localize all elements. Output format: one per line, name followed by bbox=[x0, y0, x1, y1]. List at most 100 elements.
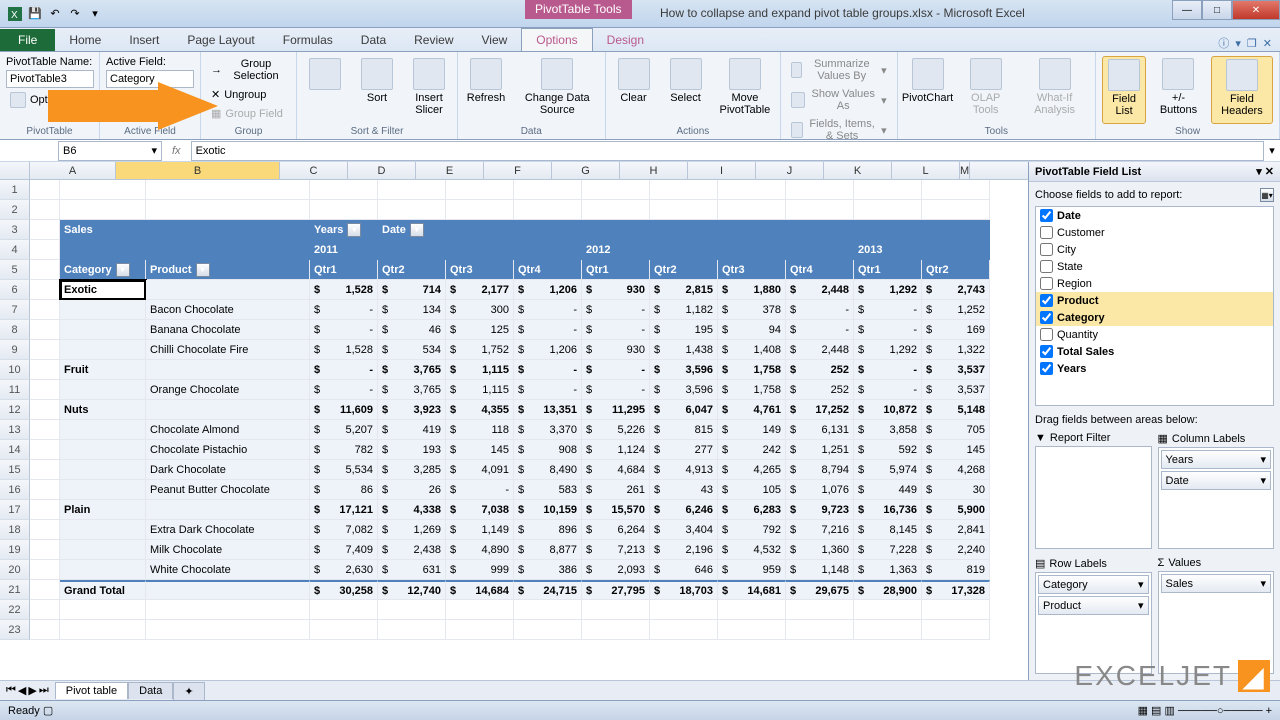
column-header[interactable]: H bbox=[620, 162, 688, 179]
tab-page-layout[interactable]: Page Layout bbox=[173, 29, 268, 51]
row-header[interactable]: 9 bbox=[0, 340, 30, 360]
sheet-tab-data[interactable]: Data bbox=[128, 682, 173, 699]
cell[interactable]: $5,974 bbox=[854, 460, 922, 480]
cell[interactable] bbox=[30, 240, 60, 260]
cell[interactable]: $4,890 bbox=[446, 540, 514, 560]
chevron-down-icon[interactable]: ▾ bbox=[151, 144, 157, 157]
last-sheet-icon[interactable]: ⏭ bbox=[39, 684, 49, 697]
cell[interactable] bbox=[60, 420, 146, 440]
cell[interactable]: $- bbox=[310, 320, 378, 340]
cell[interactable]: $2,448 bbox=[786, 280, 854, 300]
cell[interactable]: $1,322 bbox=[922, 340, 990, 360]
pm-buttons-button[interactable]: +/- Buttons bbox=[1154, 56, 1203, 124]
cell[interactable]: $26 bbox=[378, 480, 446, 500]
cell[interactable]: Banana Chocolate bbox=[146, 320, 310, 340]
cell[interactable]: $3,537 bbox=[922, 360, 990, 380]
row-header[interactable]: 5 bbox=[0, 260, 30, 280]
cell[interactable] bbox=[650, 180, 718, 200]
cell[interactable]: $1,292 bbox=[854, 340, 922, 360]
cell[interactable]: $1,528 bbox=[310, 280, 378, 300]
cell[interactable]: $646 bbox=[650, 560, 718, 580]
cell[interactable]: Years▾ bbox=[310, 220, 378, 240]
minimize-button[interactable]: — bbox=[1172, 0, 1202, 20]
cell[interactable]: $1,363 bbox=[854, 560, 922, 580]
cell[interactable]: $- bbox=[310, 380, 378, 400]
cell[interactable] bbox=[922, 220, 990, 240]
cell[interactable]: 2013 bbox=[854, 240, 922, 260]
show-values-as-button[interactable]: Show Values As ▾ bbox=[787, 86, 890, 114]
cell[interactable] bbox=[146, 500, 310, 520]
options-button[interactable]: Options ▾ bbox=[6, 90, 93, 110]
row-header[interactable]: 6 bbox=[0, 280, 30, 300]
cell[interactable]: $930 bbox=[582, 280, 650, 300]
cell[interactable]: $1,360 bbox=[786, 540, 854, 560]
cell[interactable] bbox=[650, 620, 718, 640]
cell[interactable] bbox=[60, 620, 146, 640]
cell[interactable]: $6,246 bbox=[650, 500, 718, 520]
field-checkbox[interactable] bbox=[1040, 328, 1053, 341]
cell[interactable] bbox=[30, 480, 60, 500]
cell[interactable] bbox=[146, 360, 310, 380]
cell[interactable]: $30 bbox=[922, 480, 990, 500]
cell[interactable]: $14,681 bbox=[718, 580, 786, 600]
move-pt-button[interactable]: Move PivotTable bbox=[716, 56, 775, 124]
field-item[interactable]: State bbox=[1036, 258, 1273, 275]
cell[interactable] bbox=[146, 580, 310, 600]
qat-dropdown-icon[interactable]: ▾ bbox=[86, 5, 104, 23]
refresh-button[interactable]: Refresh bbox=[464, 56, 508, 124]
cell[interactable] bbox=[30, 340, 60, 360]
cell[interactable] bbox=[60, 200, 146, 220]
cell[interactable]: $14,684 bbox=[446, 580, 514, 600]
clear-button[interactable]: Clear bbox=[612, 56, 656, 124]
cell[interactable]: $8,877 bbox=[514, 540, 582, 560]
cell[interactable] bbox=[446, 620, 514, 640]
row-header[interactable]: 11 bbox=[0, 380, 30, 400]
cell[interactable] bbox=[30, 440, 60, 460]
cell[interactable] bbox=[718, 200, 786, 220]
cell[interactable]: $534 bbox=[378, 340, 446, 360]
cell[interactable]: $- bbox=[854, 360, 922, 380]
cell[interactable]: $2,196 bbox=[650, 540, 718, 560]
row-header[interactable]: 4 bbox=[0, 240, 30, 260]
column-header[interactable]: E bbox=[416, 162, 484, 179]
cell[interactable] bbox=[514, 180, 582, 200]
cell[interactable] bbox=[378, 620, 446, 640]
cell[interactable] bbox=[718, 220, 786, 240]
cell[interactable]: $3,285 bbox=[378, 460, 446, 480]
column-header[interactable]: B bbox=[116, 162, 280, 179]
cell[interactable] bbox=[378, 180, 446, 200]
cell[interactable]: $195 bbox=[650, 320, 718, 340]
cell[interactable]: $8,794 bbox=[786, 460, 854, 480]
cell[interactable]: $4,338 bbox=[378, 500, 446, 520]
row-header[interactable]: 18 bbox=[0, 520, 30, 540]
cell[interactable]: $4,532 bbox=[718, 540, 786, 560]
cell[interactable]: $- bbox=[582, 300, 650, 320]
cell[interactable]: $7,082 bbox=[310, 520, 378, 540]
cell[interactable] bbox=[514, 600, 582, 620]
cell[interactable]: Category▾ bbox=[60, 260, 146, 280]
cell[interactable] bbox=[922, 200, 990, 220]
area-pill[interactable]: Product▾ bbox=[1038, 596, 1149, 615]
cell[interactable]: Qtr2 bbox=[650, 260, 718, 280]
cell[interactable]: $17,252 bbox=[786, 400, 854, 420]
cell[interactable]: $792 bbox=[718, 520, 786, 540]
cell[interactable] bbox=[30, 260, 60, 280]
cell[interactable] bbox=[446, 240, 514, 260]
cell[interactable] bbox=[60, 520, 146, 540]
cell[interactable] bbox=[30, 320, 60, 340]
field-item[interactable]: Region bbox=[1036, 275, 1273, 292]
row-header[interactable]: 14 bbox=[0, 440, 30, 460]
cell[interactable] bbox=[514, 240, 582, 260]
column-header[interactable]: C bbox=[280, 162, 348, 179]
field-settings-button[interactable]: ings bbox=[106, 90, 194, 110]
cell[interactable]: $782 bbox=[310, 440, 378, 460]
column-header[interactable]: J bbox=[756, 162, 824, 179]
column-header[interactable]: F bbox=[484, 162, 552, 179]
close-workbook-icon[interactable]: ✕ bbox=[1263, 37, 1272, 50]
prev-sheet-icon[interactable]: ◀ bbox=[18, 684, 26, 697]
cell[interactable]: $1,438 bbox=[650, 340, 718, 360]
field-checkbox[interactable] bbox=[1040, 226, 1053, 239]
cell[interactable] bbox=[446, 200, 514, 220]
cell[interactable] bbox=[60, 380, 146, 400]
group-selection-button[interactable]: →Group Selection bbox=[207, 56, 290, 84]
